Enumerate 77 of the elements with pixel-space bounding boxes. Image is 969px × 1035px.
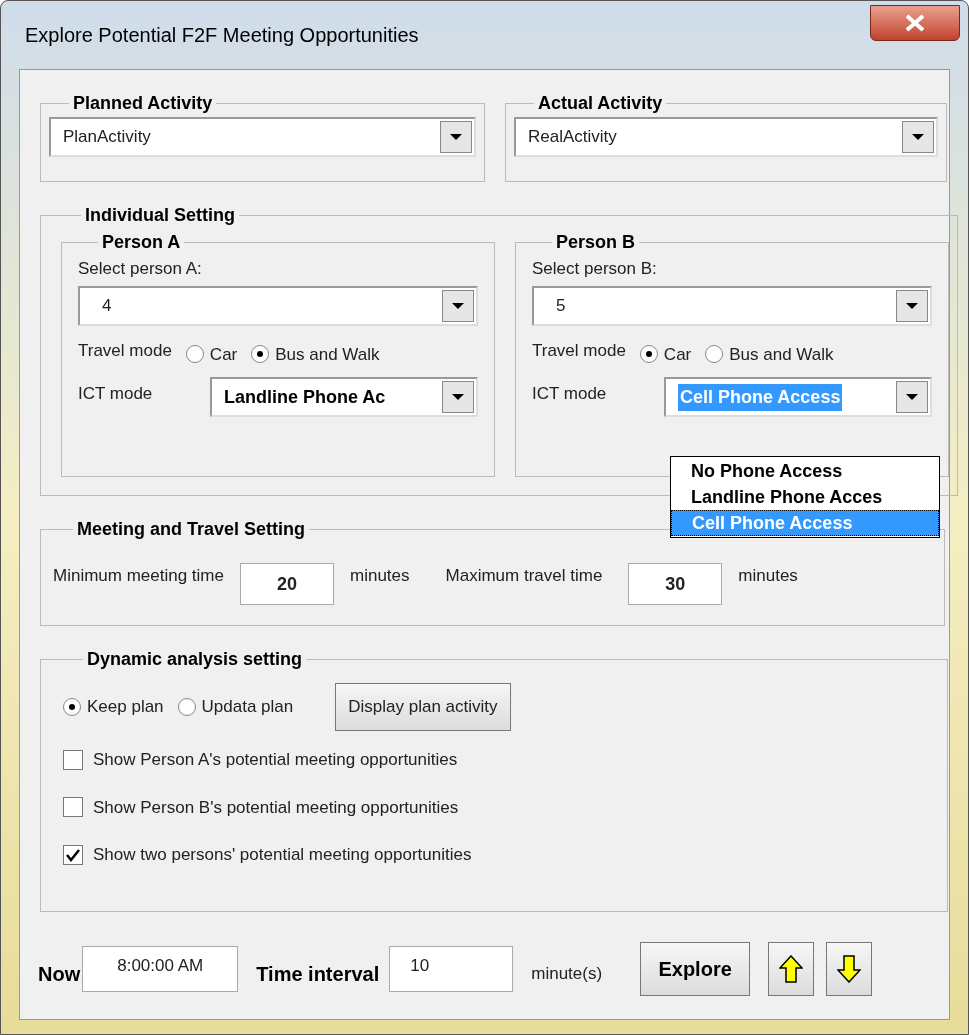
radio-label: Bus and Walk bbox=[275, 343, 380, 366]
dropdown-button[interactable] bbox=[902, 121, 934, 153]
field-label: Travel mode bbox=[532, 339, 626, 362]
dropdown-value: 4 bbox=[101, 294, 112, 317]
dropdown-button[interactable] bbox=[896, 381, 928, 413]
field-label: Minimum meeting time bbox=[53, 565, 224, 587]
close-button[interactable] bbox=[870, 5, 960, 41]
radio-button-selected[interactable] bbox=[639, 345, 658, 364]
dropdown-value: 5 bbox=[555, 294, 566, 317]
window-title: Explore Potential F2F Meeting Opportunities bbox=[25, 23, 419, 48]
checkbox-label: Show Person A's potential meeting opportunities bbox=[93, 749, 458, 771]
checkbox[interactable] bbox=[63, 797, 83, 818]
check-icon bbox=[65, 847, 81, 862]
dropdown-value: Cell Phone Access bbox=[678, 383, 843, 411]
unit-label: minutes bbox=[738, 565, 798, 587]
input-field[interactable]: 10 bbox=[389, 946, 514, 992]
field-label: ICT mode bbox=[532, 383, 608, 405]
dropdown-option[interactable]: No Phone Access bbox=[671, 458, 939, 484]
field-label: Maximum travel time bbox=[445, 565, 603, 587]
radio-button[interactable] bbox=[177, 698, 196, 716]
dropdown-button[interactable] bbox=[442, 289, 474, 322]
caret-icon bbox=[905, 393, 919, 401]
dropdown-field[interactable]: 5 bbox=[532, 285, 932, 326]
radio-label: Keep plan bbox=[87, 696, 164, 719]
down-button[interactable] bbox=[826, 942, 873, 996]
checkbox[interactable] bbox=[63, 749, 83, 770]
group-title: Dynamic analysis setting bbox=[86, 648, 304, 671]
input-field[interactable]: 8:00:00 AM bbox=[82, 946, 239, 992]
display-plan-button[interactable]: Display plan activity bbox=[335, 683, 511, 731]
checkbox-label: Show Person B's potential meeting opportunities bbox=[93, 796, 459, 819]
group-title: Meeting and Travel Setting bbox=[76, 518, 307, 541]
down-arrow-icon bbox=[837, 955, 862, 983]
input-field[interactable]: 20 bbox=[240, 563, 334, 605]
input-field[interactable]: 30 bbox=[628, 563, 723, 605]
caret-icon bbox=[451, 301, 465, 310]
radio-button-selected[interactable] bbox=[251, 345, 270, 364]
caret-icon bbox=[449, 133, 463, 141]
radio-button-selected[interactable] bbox=[63, 698, 81, 716]
group-title: Individual Setting bbox=[84, 204, 236, 227]
dropdown-field[interactable]: Landline Phone Ac bbox=[210, 377, 478, 417]
close-icon bbox=[904, 14, 926, 32]
unit-label: minute(s) bbox=[531, 963, 603, 986]
dropdown-option[interactable]: Landline Phone Acces bbox=[671, 484, 939, 510]
group-title: Actual Activity bbox=[537, 92, 664, 115]
caret-icon bbox=[905, 301, 919, 310]
up-button[interactable] bbox=[768, 942, 815, 996]
radio-button[interactable] bbox=[705, 345, 724, 364]
radio-label: Updata plan bbox=[201, 696, 294, 719]
field-label: ICT mode bbox=[78, 383, 154, 405]
dropdown-button[interactable] bbox=[442, 381, 474, 413]
field-label: Time interval bbox=[256, 962, 380, 987]
radio-label: Car bbox=[663, 343, 692, 366]
radio-button[interactable] bbox=[185, 345, 204, 364]
unit-label: minutes bbox=[350, 565, 410, 587]
caret-icon bbox=[911, 133, 925, 141]
dropdown-value: RealActivity bbox=[528, 126, 617, 149]
dropdown-field[interactable]: PlanActivity bbox=[49, 117, 476, 157]
group-title: Person B bbox=[555, 231, 637, 254]
dropdown-value: PlanActivity bbox=[63, 126, 151, 149]
radio-label: Bus and Walk bbox=[729, 343, 834, 366]
radio-label: Car bbox=[209, 343, 238, 366]
field-label: Select person B: bbox=[532, 258, 658, 280]
explore-button[interactable]: Explore bbox=[640, 942, 751, 996]
caret-icon bbox=[451, 393, 465, 401]
checkbox-checked[interactable] bbox=[63, 844, 83, 865]
group-title: Planned Activity bbox=[72, 92, 214, 115]
dropdown-button[interactable] bbox=[440, 121, 472, 153]
field-label: Now bbox=[38, 962, 81, 987]
dropdown-field[interactable]: 4 bbox=[78, 285, 478, 326]
dropdown-value: Landline Phone Ac bbox=[224, 385, 386, 409]
dropdown-button[interactable] bbox=[896, 289, 928, 322]
field-label: Travel mode bbox=[78, 339, 172, 362]
up-arrow-icon bbox=[779, 955, 804, 983]
field-label: Select person A: bbox=[78, 258, 203, 280]
group-title: Person A bbox=[101, 231, 182, 254]
dropdown-field[interactable]: RealActivity bbox=[514, 117, 938, 157]
checkbox-label: Show two persons' potential meeting opportunities bbox=[93, 844, 472, 866]
